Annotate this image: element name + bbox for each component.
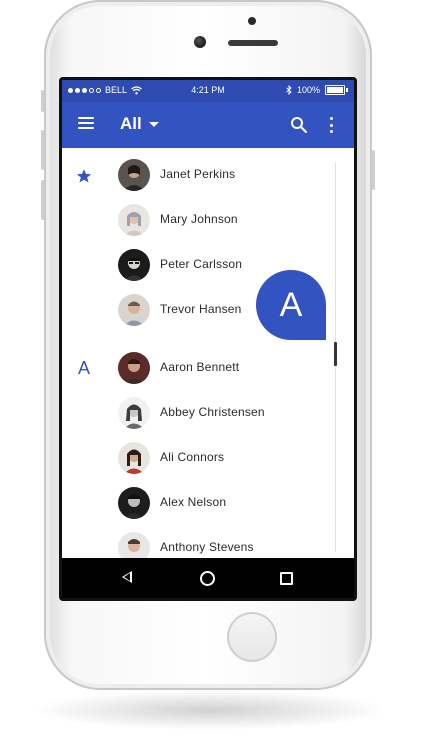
contact-row[interactable]: Alex Nelson (62, 481, 354, 526)
battery-icon (325, 85, 345, 95)
back-icon[interactable] (122, 571, 132, 583)
system-nav-bar (62, 558, 354, 598)
avatar (118, 532, 150, 558)
contact-row[interactable]: Janet Perkins (62, 153, 354, 198)
contacts-list: Janet Perkins Mary Johnson Peter Carlsso… (62, 148, 354, 558)
contact-name: Abbey Christensen (160, 405, 265, 419)
recents-icon[interactable] (280, 572, 293, 585)
avatar (118, 159, 150, 191)
contact-row[interactable]: Aaron Bennett (62, 346, 354, 391)
menu-icon[interactable] (78, 117, 94, 131)
avatar (118, 487, 150, 519)
contact-name: Janet Perkins (160, 167, 236, 181)
search-icon[interactable] (290, 116, 308, 134)
status-bar: BELL 4:21 PM 100% (62, 80, 354, 102)
dropdown-caret-icon (148, 121, 159, 127)
contact-name: Ali Connors (160, 450, 225, 464)
volume-down-button (41, 180, 44, 220)
contact-name: Peter Carlsson (160, 257, 243, 271)
contact-name: Aaron Bennett (160, 360, 240, 374)
contact-row[interactable]: Mary Johnson (62, 198, 354, 243)
avatar (118, 352, 150, 384)
avatar (118, 442, 150, 474)
more-vert-icon[interactable] (330, 117, 334, 133)
status-right: 100% (286, 85, 348, 95)
battery-tip (346, 88, 348, 92)
fast-scroll-indicator: A (256, 270, 326, 340)
contact-name: Trevor Hansen (160, 302, 242, 316)
contact-row[interactable]: Anthony Stevens (62, 526, 354, 558)
avatar (118, 249, 150, 281)
scrollbar-thumb[interactable] (334, 342, 337, 366)
contact-name: Mary Johnson (160, 212, 238, 226)
avatar (118, 204, 150, 236)
bluetooth-icon (286, 85, 292, 95)
contact-name: Anthony Stevens (160, 540, 254, 554)
contact-name: Alex Nelson (160, 495, 227, 509)
app-bar-title: All (120, 114, 142, 133)
battery-percent: 100% (296, 85, 320, 95)
front-camera (194, 36, 206, 48)
filter-dropdown[interactable]: All (120, 114, 159, 134)
mute-switch (41, 90, 44, 112)
proximity-sensor (248, 17, 256, 25)
home-icon[interactable] (200, 571, 215, 586)
avatar (118, 397, 150, 429)
app-bar: All (62, 102, 354, 148)
volume-up-button (41, 130, 44, 170)
contact-row[interactable]: Abbey Christensen (62, 391, 354, 436)
app-screen: BELL 4:21 PM 100% All Janet Perkins Mary… (62, 80, 354, 598)
contact-row[interactable]: Ali Connors (62, 436, 354, 481)
power-button (372, 150, 375, 190)
avatar (118, 294, 150, 326)
earpiece-speaker (228, 40, 278, 46)
hardware-home-button[interactable] (227, 612, 277, 662)
device-shadow (30, 690, 390, 730)
